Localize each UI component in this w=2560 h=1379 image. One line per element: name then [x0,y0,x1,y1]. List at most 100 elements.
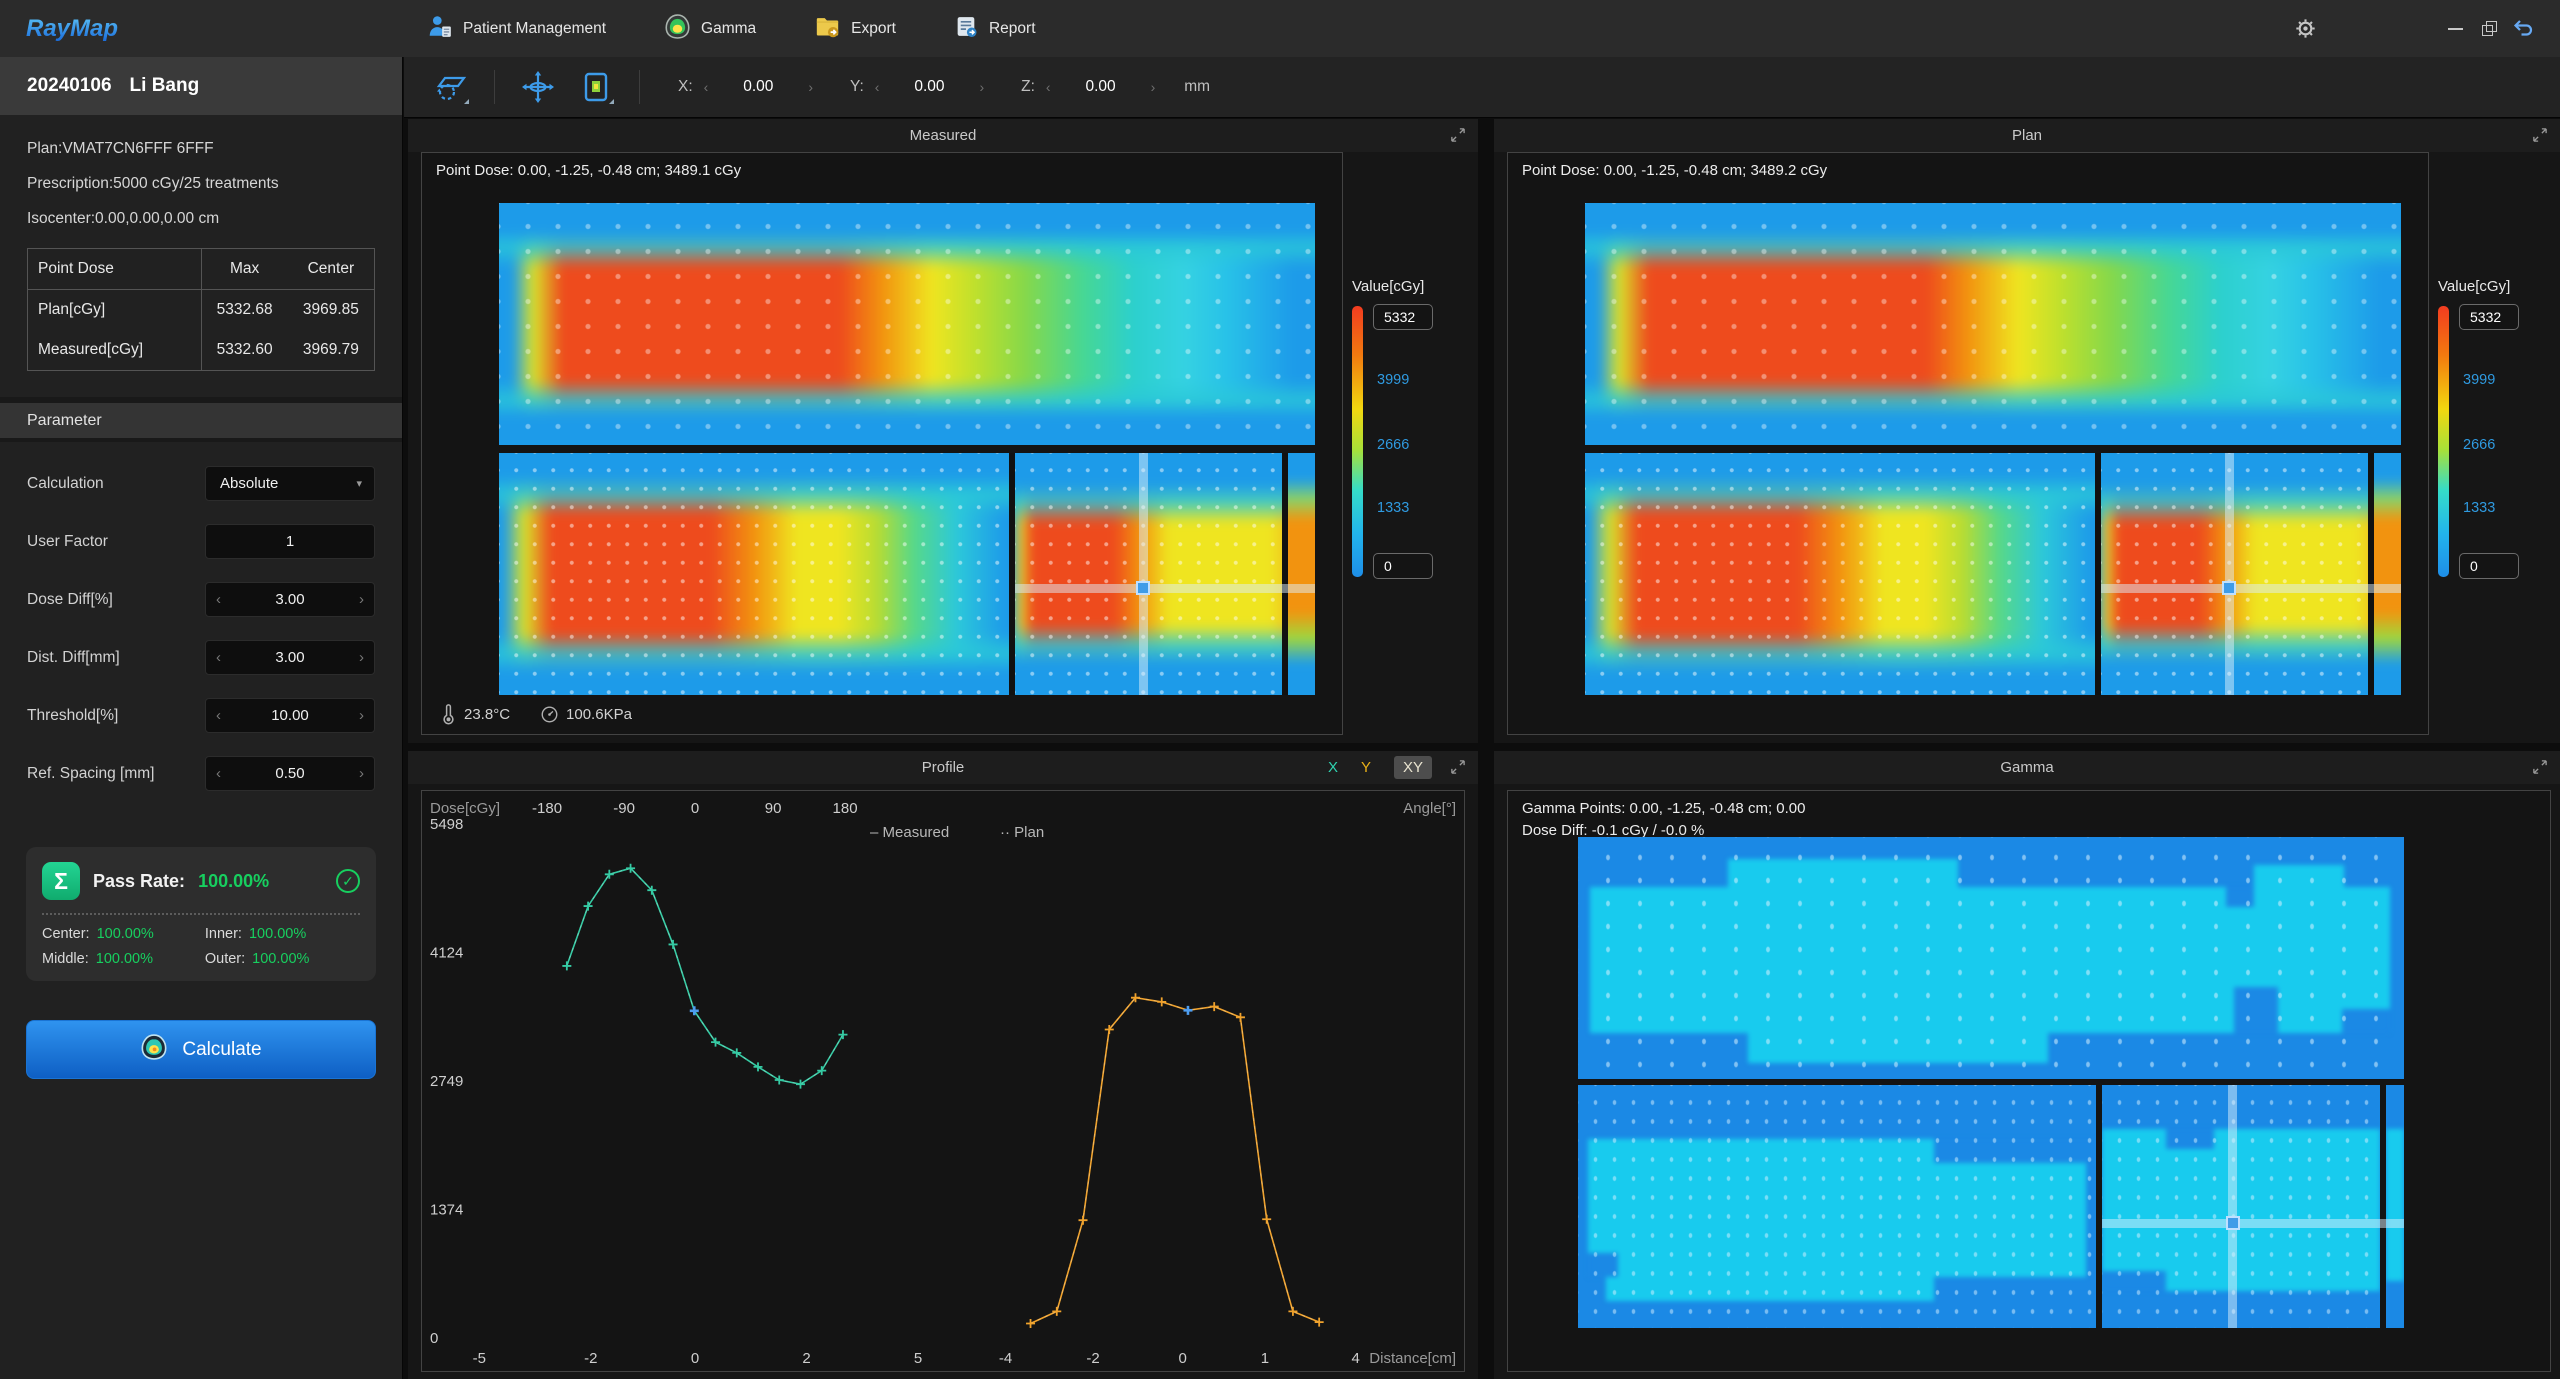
coord-axis-label: Y: [850,78,864,96]
settings-gear-icon[interactable] [2288,14,2322,44]
minimize-button[interactable] [2438,14,2472,44]
coord-increment[interactable]: › [803,79,818,95]
pass-rate-value: 100.00% [198,871,269,892]
dose-map-sliver[interactable] [1288,453,1315,695]
svg-text:-2: -2 [584,1350,597,1367]
restore-button[interactable] [2472,14,2506,44]
crosshair-vertical[interactable] [1139,453,1148,695]
nav-export[interactable]: Export [814,13,896,45]
ref-spacing-value: 0.50 [275,765,304,782]
svg-text:– Measured: – Measured [870,824,949,841]
dist-diff-stepper[interactable]: ‹ 3.00 › [205,640,375,675]
coord-decrement[interactable]: ‹ [699,79,714,95]
stepper-increment[interactable]: › [359,765,364,782]
plan-coronal-dose-map[interactable] [1585,203,2401,445]
colorbar-max-input[interactable]: 5332 [1373,304,1433,330]
pan-move-tool-icon[interactable] [517,66,559,108]
profile-mode-x[interactable]: X [1328,759,1338,776]
coord-increment[interactable]: › [974,79,989,95]
profile-mode-xy-active[interactable]: XY [1394,756,1432,779]
plan-colorbar: Value[cGy] 5332 3999 2666 1333 0 [2438,278,2560,577]
crosshair-horizontal[interactable] [2101,584,2401,593]
panel-title: Gamma [2000,759,2053,776]
threshold-stepper[interactable]: ‹ 10.00 › [205,698,375,733]
clip-box-tool-icon[interactable] [575,66,617,108]
dose-map-sliver[interactable] [2374,453,2401,695]
gamma-map-section[interactable] [1578,1085,2096,1328]
profile-mode-y[interactable]: Y [1361,759,1371,776]
profile-panel: Profile X Y XY Dose[cGy]Angle[°]Distance… [408,751,1478,1379]
gamma-axial-map[interactable] [1578,1085,2404,1328]
stepper-increment[interactable]: › [359,649,364,666]
row-label: Measured[cGy] [28,330,202,371]
crosshair-horizontal[interactable] [1015,584,1315,593]
isocenter-line: Isocenter:0.00,0.00,0.00 cm [27,201,375,236]
stepper-increment[interactable]: › [359,591,364,608]
dose-map-section[interactable] [1015,453,1282,695]
gantry-rotation-tool-icon[interactable] [430,66,472,108]
expand-icon[interactable] [2532,127,2548,143]
detector-grid [1585,203,2401,445]
calculate-gamma-icon [140,1033,168,1067]
coord-decrement[interactable]: ‹ [1041,79,1056,95]
plan-info-block: Plan:VMAT7CN6FFF 6FFF Prescription:5000 … [0,115,402,397]
user-factor-input[interactable]: 1 [205,524,375,559]
calculate-button[interactable]: Calculate [26,1020,376,1079]
stepper-decrement[interactable]: ‹ [216,591,221,608]
svg-text:Dose[cGy]: Dose[cGy] [430,800,500,817]
crosshair-point-marker[interactable] [1136,581,1150,595]
gamma-map-section[interactable] [2102,1085,2380,1328]
crosshair-point-marker[interactable] [2226,1216,2240,1230]
stepper-decrement[interactable]: ‹ [216,649,221,666]
calculation-select[interactable]: Absolute ▾ [205,466,375,501]
plan-axial-dose-map[interactable] [1585,453,2401,695]
dose-map-section[interactable] [1585,453,2095,695]
dose-map-section[interactable] [2101,453,2368,695]
param-label: Dose Diff[%] [27,591,205,609]
dose-map-section[interactable] [499,453,1009,695]
crosshair-vertical[interactable] [2225,453,2234,695]
nav-patient-management[interactable]: Patient Management [427,13,606,45]
gamma-view[interactable]: Gamma Points: 0.00, -1.25, -0.48 cm; 0.0… [1507,790,2551,1372]
stepper-decrement[interactable]: ‹ [216,765,221,782]
coord-x-value[interactable]: 0.00 [719,78,797,96]
nav-report[interactable]: Report [954,13,1036,45]
param-calculation: Calculation Absolute ▾ [27,466,375,501]
colorbar-min-input[interactable]: 0 [2459,553,2519,579]
nav-gamma[interactable]: Gamma [664,13,756,45]
profile-chart-area[interactable]: Dose[cGy]Angle[°]Distance[cm]54984124274… [421,790,1465,1372]
measured-coronal-dose-map[interactable] [499,203,1315,445]
crosshair-point-marker[interactable] [2222,581,2236,595]
gamma-coronal-map[interactable] [1578,837,2404,1079]
svg-text:-2: -2 [1086,1350,1099,1367]
dose-diff-stepper[interactable]: ‹ 3.00 › [205,582,375,617]
pressure-value: 100.6KPa [566,706,632,723]
back-button[interactable] [2506,14,2540,44]
patient-header: 20240106 Li Bang [0,57,402,115]
dropdown-corner [464,99,469,104]
stepper-decrement[interactable]: ‹ [216,707,221,724]
coord-decrement[interactable]: ‹ [870,79,885,95]
plan-view[interactable]: Point Dose: 0.00, -1.25, -0.48 cm; 3489.… [1507,152,2429,735]
colorbar-gradient [2438,306,2449,577]
crosshair-vertical[interactable] [2228,1085,2237,1328]
ref-spacing-stepper[interactable]: ‹ 0.50 › [205,756,375,791]
patient-management-icon [427,13,453,44]
pass-rate-label: Pass Rate: [93,871,185,892]
measured-view[interactable]: Point Dose: 0.00, -1.25, -0.48 cm; 3489.… [421,152,1343,735]
svg-text:4124: 4124 [430,944,463,961]
colorbar-min-input[interactable]: 0 [1373,553,1433,579]
gamma-map-sliver[interactable] [2386,1085,2404,1328]
coord-z-value[interactable]: 0.00 [1062,78,1140,96]
expand-icon[interactable] [1450,759,1466,775]
stepper-increment[interactable]: › [359,707,364,724]
coord-y-value[interactable]: 0.00 [890,78,968,96]
expand-icon[interactable] [1450,127,1466,143]
coord-increment[interactable]: › [1146,79,1161,95]
profile-chart[interactable]: Dose[cGy]Angle[°]Distance[cm]54984124274… [422,791,1464,1371]
colorbar-max-input[interactable]: 5332 [2459,304,2519,330]
crosshair-horizontal[interactable] [2102,1219,2404,1228]
expand-icon[interactable] [2532,759,2548,775]
table-row: Plan[cGy] 5332.68 3969.85 [28,290,375,331]
measured-axial-dose-map[interactable] [499,453,1315,695]
